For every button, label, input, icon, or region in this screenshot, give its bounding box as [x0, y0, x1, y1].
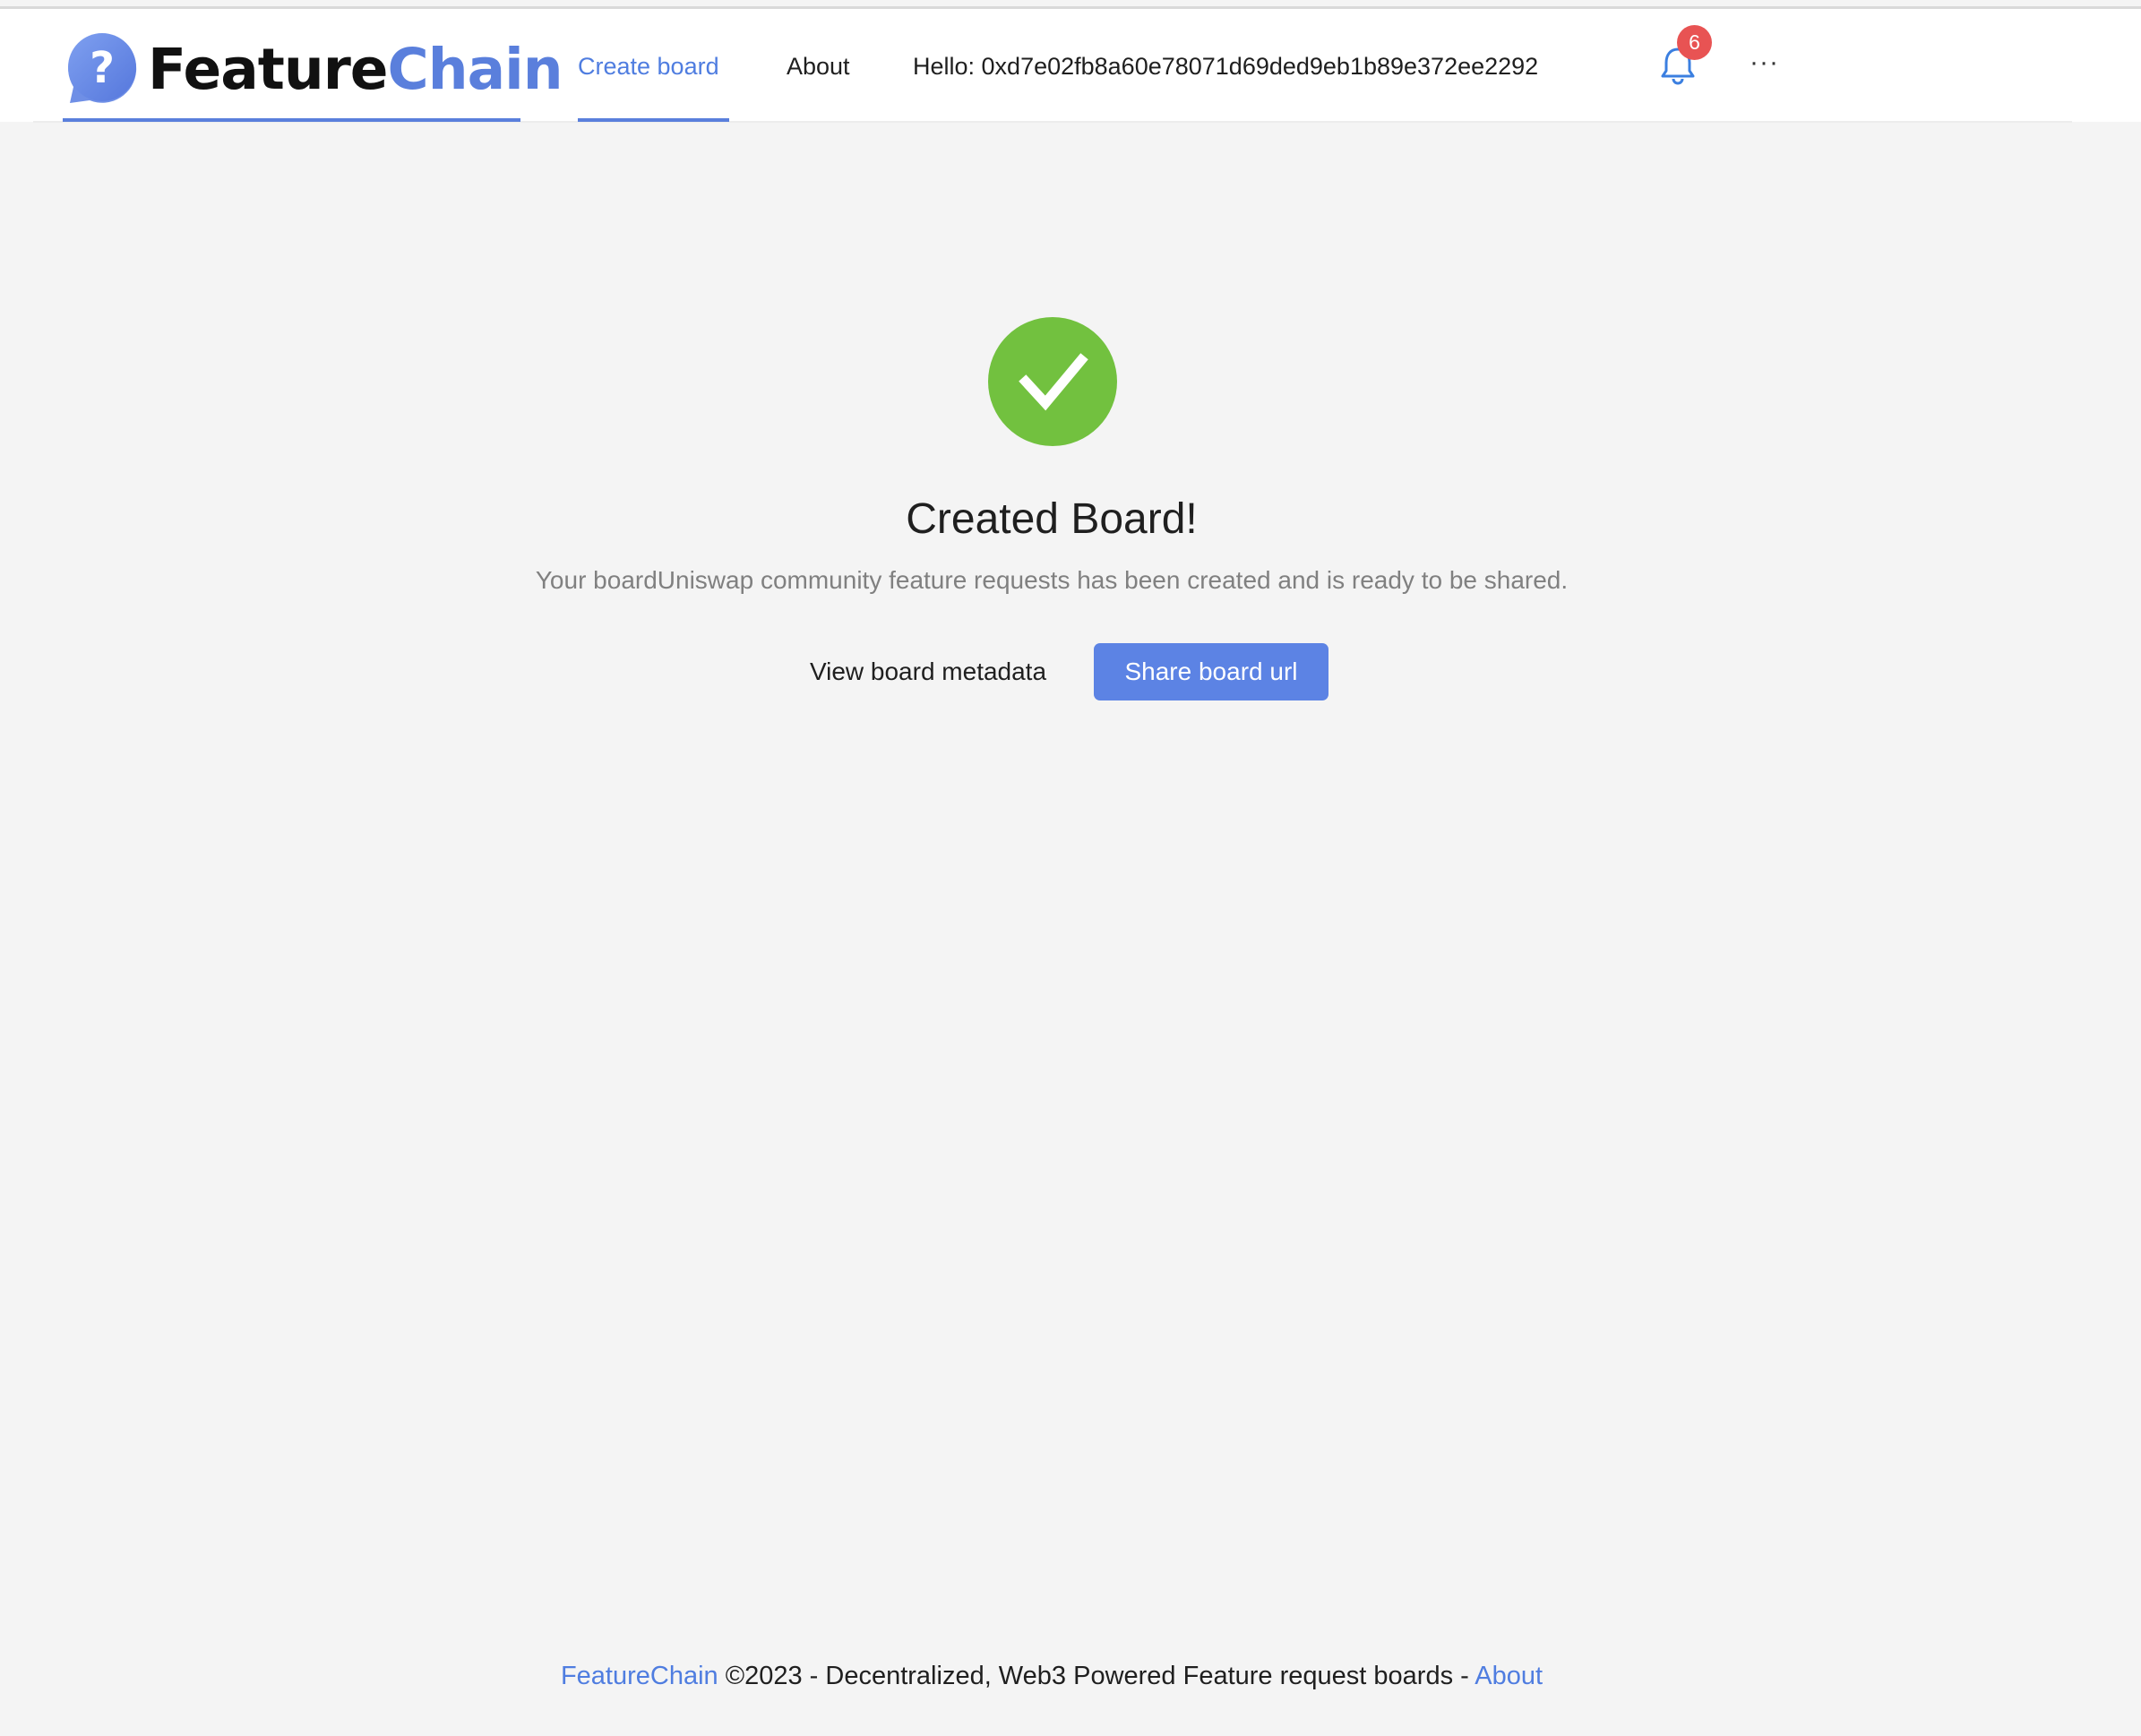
footer-text: ©2023 - Decentralized, Web3 Powered Feat…: [718, 1662, 1475, 1690]
logo[interactable]: ? FeatureChain: [63, 27, 563, 122]
more-menu-icon[interactable]: ···: [1750, 45, 1779, 81]
brand-name-part1: Feature: [148, 37, 388, 102]
footer-about-link[interactable]: About: [1475, 1662, 1543, 1690]
nav-create-board-indicator: [578, 118, 729, 122]
nav-about[interactable]: About: [787, 47, 850, 86]
footer: FeatureChain ©2023 - Decentralized, Web3…: [0, 1657, 2103, 1695]
brand-name-part2: Chain: [387, 37, 563, 102]
notification-count-badge: 6: [1677, 25, 1712, 60]
user-greeting[interactable]: Hello: 0xd7e02fb8a60e78071d69ded9eb1b89e…: [913, 47, 1538, 86]
footer-brand-link[interactable]: FeatureChain: [561, 1662, 718, 1690]
view-board-metadata-button[interactable]: View board metadata: [788, 645, 1068, 699]
svg-text:?: ?: [90, 43, 115, 93]
question-bubble-icon: ?: [63, 31, 138, 107]
nav-create-board[interactable]: Create board: [578, 47, 719, 86]
result-subtitle: Your boardUniswap community feature requ…: [535, 566, 1569, 594]
share-board-url-button[interactable]: Share board url: [1094, 643, 1328, 700]
page: ? FeatureChain Create board About Hello:…: [0, 0, 2141, 1736]
result-title: Created Board!: [906, 495, 1198, 543]
logo-active-indicator: [63, 118, 520, 122]
brand-name: FeatureChain: [148, 27, 563, 113]
check-circle-icon: [988, 317, 1117, 446]
